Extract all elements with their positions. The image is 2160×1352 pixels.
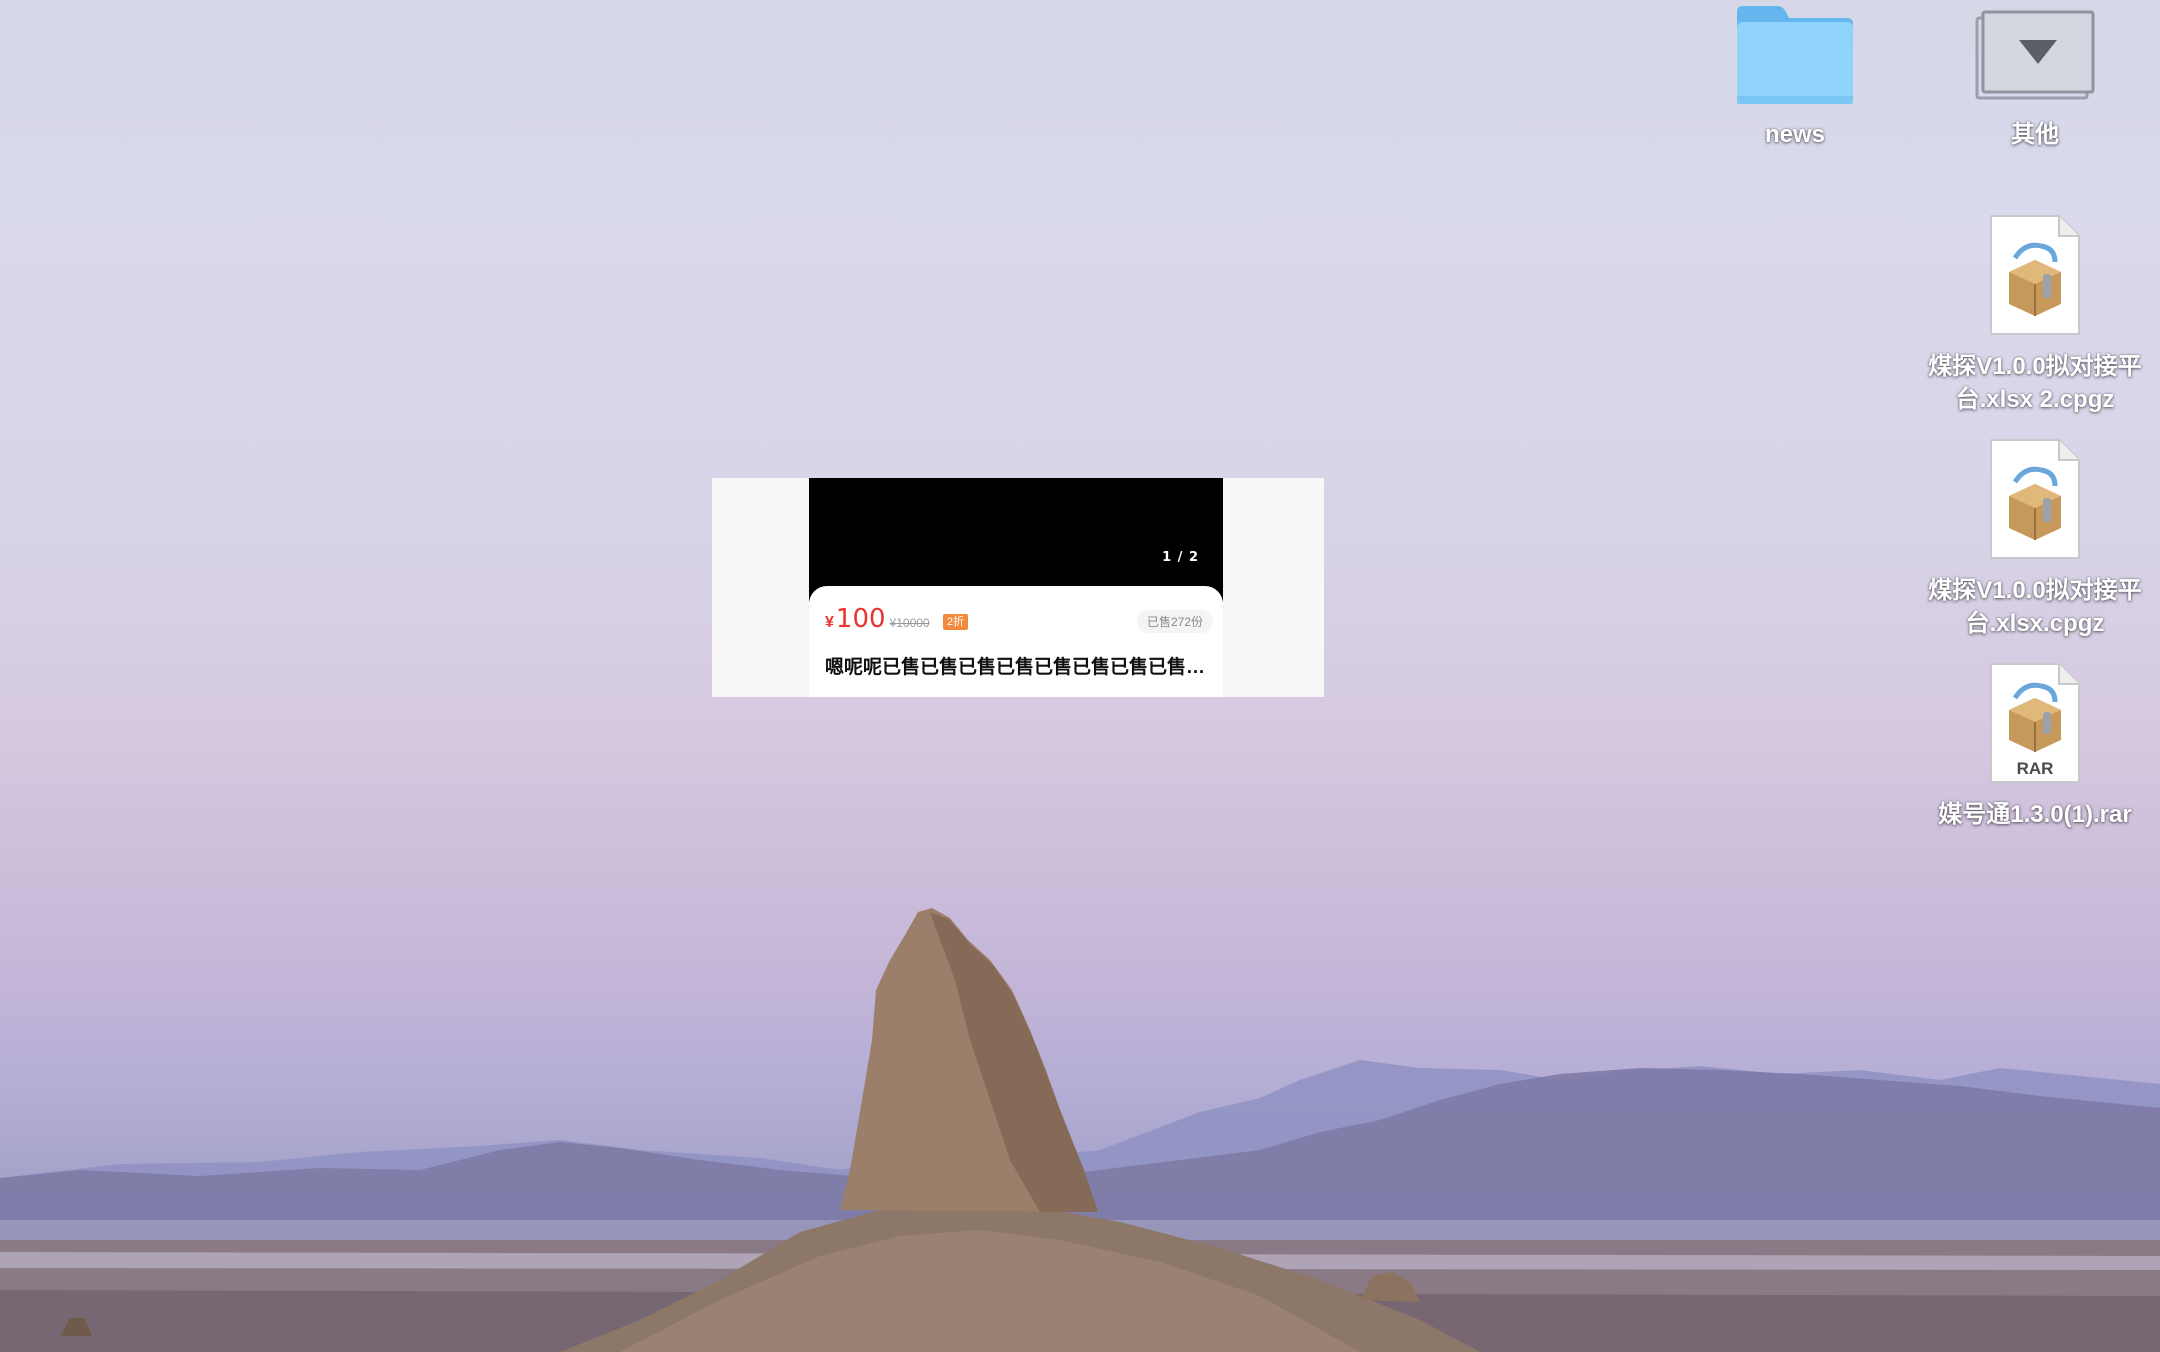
product-card-screen: 1 / 2 ¥ 100 ¥10000 2折 已售272份 嗯呢呢已售已售已售已售…	[809, 478, 1223, 697]
original-price: ¥10000	[889, 616, 930, 630]
desktop-icon-other[interactable]: 其他	[1945, 0, 2125, 151]
price-row: ¥ 100 ¥10000	[825, 604, 930, 634]
desktop-icon-label: 其他	[2011, 121, 2059, 148]
product-media[interactable]: 1 / 2	[809, 478, 1223, 602]
desktop-icon-label: 媒号通1.3.0(1).rar	[1938, 801, 2132, 828]
download-folder-icon	[1975, 10, 2095, 100]
desktop-icon-label: 煤探V1.0.0拟对接平台.xlsx.cpgz	[1928, 577, 2142, 637]
media-page-counter: 1 / 2	[1162, 550, 1199, 565]
desktop-icon-archive-1[interactable]: 煤探V1.0.0拟对接平台.xlsx 2.cpgz	[1920, 212, 2150, 416]
price-value: 100	[835, 604, 886, 634]
desktop-icon-archive-2[interactable]: 煤探V1.0.0拟对接平台.xlsx.cpgz	[1920, 436, 2150, 640]
product-info-card: ¥ 100 ¥10000 2折 已售272份 嗯呢呢已售已售已售已售已售已售已售…	[809, 586, 1223, 697]
desktop-icon-label: 煤探V1.0.0拟对接平台.xlsx 2.cpgz	[1928, 353, 2142, 413]
desktop-icon-rar[interactable]: RAR 媒号通1.3.0(1).rar	[1920, 660, 2150, 831]
sold-count-badge: 已售272份	[1136, 610, 1213, 633]
product-title[interactable]: 嗯呢呢已售已售已售已售已售已售已售已售已售已售	[825, 652, 1215, 679]
rar-archive-icon: RAR	[1990, 663, 2080, 783]
archive-icon	[1990, 439, 2080, 559]
product-preview-window[interactable]: 1 / 2 ¥ 100 ¥10000 2折 已售272份 嗯呢呢已售已售已售已售…	[712, 478, 1324, 697]
desktop: news 其他 煤探V1.0.0拟对接平台.xlsx 2.cpgz 煤探V1.0…	[0, 0, 2160, 1352]
desktop-icon-news[interactable]: news	[1705, 0, 1885, 151]
desktop-icon-label: news	[1764, 121, 1826, 148]
rar-badge-text: RAR	[2017, 759, 2054, 778]
archive-icon	[1990, 215, 2080, 335]
folder-icon	[1737, 6, 1853, 104]
price-currency: ¥	[825, 614, 834, 631]
discount-badge: 2折	[943, 614, 969, 630]
